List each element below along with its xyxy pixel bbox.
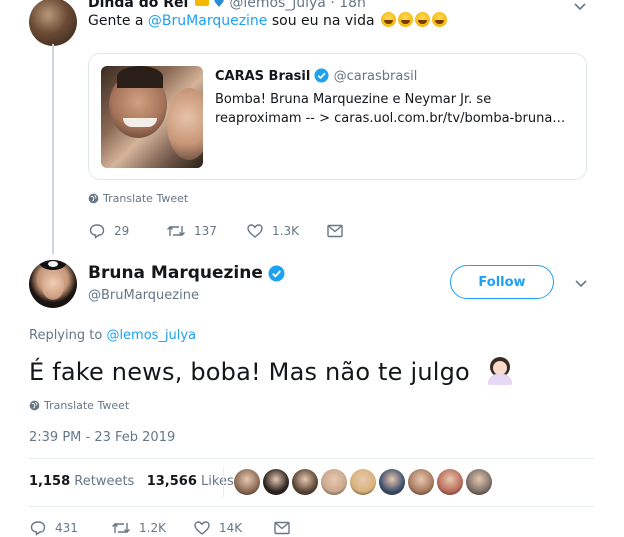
- heart-icon: [194, 521, 210, 535]
- main-action-bar: 431 1.2K 14K: [29, 519, 291, 537]
- main-menu-chevron-icon[interactable]: [574, 277, 588, 291]
- reply-count: 29: [114, 224, 130, 238]
- parent-header: Dinda do Rei ♥ @lemos_julya · 18h: [88, 0, 366, 11]
- like-button[interactable]: 1.3K: [246, 222, 326, 240]
- retweet-count: 137: [194, 224, 217, 238]
- parent-translate-link[interactable]: Translate Tweet: [88, 192, 188, 205]
- main-author-name[interactable]: Bruna Marquezine: [88, 263, 285, 283]
- laughing-emoji-icon: [432, 12, 447, 27]
- like-button[interactable]: 14K: [193, 519, 273, 537]
- thread-connector: [52, 44, 54, 254]
- blue-heart-emoji-icon: ♥: [213, 0, 225, 11]
- parent-display-name[interactable]: Dinda do Rei: [88, 0, 188, 11]
- reply-button[interactable]: 431: [29, 519, 111, 537]
- laughing-emoji-icon: [398, 12, 413, 27]
- replying-to: Replying to @lemos_julya: [29, 328, 197, 343]
- replying-to-link[interactable]: @lemos_julya: [106, 328, 196, 343]
- retweet-icon: [112, 523, 130, 533]
- tweet-timestamp[interactable]: 2:39 PM - 23 Feb 2019: [29, 430, 175, 445]
- reply-icon: [30, 521, 46, 536]
- like-count: 1.3K: [272, 224, 299, 238]
- crown-emoji-icon: [194, 0, 209, 6]
- liker-avatar[interactable]: [350, 469, 376, 495]
- main-display-name[interactable]: Bruna Marquezine: [88, 263, 263, 283]
- main-translate-link[interactable]: Translate Tweet: [29, 399, 129, 412]
- main-tweet-text: É fake news, boba! Mas não te julgo: [29, 357, 514, 386]
- stats-separator: [223, 467, 224, 497]
- retweet-button[interactable]: 137: [166, 222, 246, 240]
- reply-count: 431: [55, 521, 78, 535]
- card-description: Bomba! Bruna Marquezine e Neymar Jr. se …: [215, 92, 566, 126]
- liker-avatar[interactable]: [292, 469, 318, 495]
- card-source-name: CARAS Brasil: [215, 69, 311, 84]
- parent-tweet-text: Gente a @BruMarquezine sou eu na vida: [88, 12, 447, 29]
- divider: [29, 506, 594, 507]
- laughing-emoji-icon: [415, 12, 430, 27]
- card-source: CARAS Brasil @carasbrasil: [215, 68, 417, 84]
- verified-badge-icon: [314, 68, 329, 83]
- retweets-stat[interactable]: 1,158 Retweets: [29, 474, 134, 489]
- direct-message-button[interactable]: [273, 520, 291, 536]
- divider: [29, 458, 594, 459]
- engagement-stats: 1,158 Retweets 13,566 Likes: [29, 474, 234, 489]
- main-handle[interactable]: @BruMarquezine: [88, 288, 199, 303]
- direct-message-button[interactable]: [326, 223, 344, 239]
- liker-avatar[interactable]: [437, 469, 463, 495]
- retweet-button[interactable]: 1.2K: [111, 519, 193, 537]
- retweet-icon: [167, 226, 185, 236]
- envelope-icon: [327, 224, 343, 238]
- link-preview-card[interactable]: CARAS Brasil @carasbrasil Bomba! Bruna M…: [88, 53, 587, 180]
- card-thumbnail-image: [101, 66, 203, 168]
- parent-action-bar: 29 137 1.3K: [88, 222, 344, 240]
- woman-tipping-hand-emoji-icon: [486, 357, 514, 385]
- main-avatar[interactable]: [29, 260, 77, 308]
- likes-stat[interactable]: 13,566 Likes: [147, 474, 234, 489]
- verified-badge-icon: [268, 265, 285, 282]
- likers-avatar-row: [234, 469, 492, 495]
- reply-icon: [89, 224, 105, 239]
- liker-avatar[interactable]: [408, 469, 434, 495]
- liker-avatar[interactable]: [379, 469, 405, 495]
- liker-avatar[interactable]: [321, 469, 347, 495]
- globe-icon: [29, 400, 40, 411]
- card-source-handle: @carasbrasil: [333, 69, 418, 84]
- parent-time[interactable]: 18h: [339, 0, 366, 11]
- liker-avatar[interactable]: [263, 469, 289, 495]
- liker-avatar[interactable]: [466, 469, 492, 495]
- parent-menu-chevron-icon[interactable]: [573, 0, 587, 14]
- reply-button[interactable]: 29: [88, 222, 166, 240]
- parent-handle[interactable]: @lemos_julya: [229, 0, 326, 11]
- retweet-count: 1.2K: [139, 521, 166, 535]
- laughing-emoji-icon: [381, 12, 396, 27]
- envelope-icon: [274, 521, 290, 535]
- heart-icon: [247, 224, 263, 238]
- liker-avatar[interactable]: [234, 469, 260, 495]
- follow-button[interactable]: Follow: [450, 265, 554, 299]
- parent-avatar[interactable]: [29, 0, 77, 46]
- globe-icon: [88, 193, 99, 204]
- mention-link[interactable]: @BruMarquezine: [148, 13, 268, 29]
- like-count: 14K: [219, 521, 243, 535]
